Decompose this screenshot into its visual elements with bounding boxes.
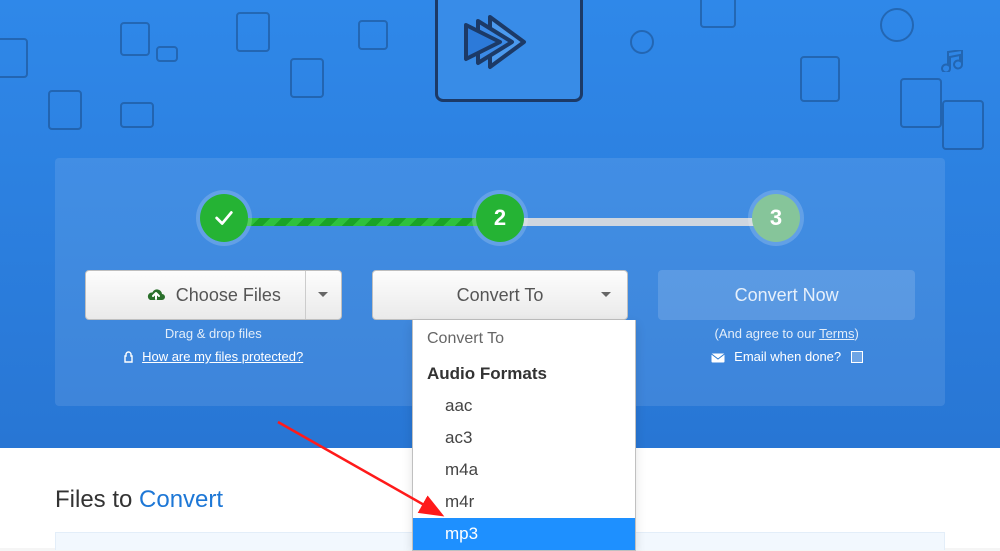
decorative-icon: [800, 56, 840, 102]
terms-link[interactable]: Terms: [819, 326, 854, 341]
convert-to-dropdown: Convert To Audio Formats aac ac3 m4a m4r…: [412, 320, 636, 551]
progress-done: [224, 218, 500, 226]
dropdown-title: Convert To: [413, 320, 635, 360]
decorative-icon: [700, 0, 736, 28]
choose-files-caret[interactable]: [305, 271, 341, 319]
files-protected-link[interactable]: How are my files protected?: [142, 349, 303, 364]
decorative-icon: [120, 22, 150, 56]
option-m4r[interactable]: m4r: [413, 486, 635, 518]
files-heading-pre: Files to: [55, 486, 139, 513]
convert-to-button[interactable]: Convert To: [372, 270, 629, 320]
decorative-icon: [942, 100, 984, 150]
decorative-icon: [900, 78, 942, 128]
agree-post: ): [854, 326, 858, 341]
music-icon: [940, 50, 968, 72]
upload-cloud-icon: [146, 287, 166, 303]
convert-now-label: Convert Now: [735, 285, 839, 306]
app-logo-icon: [435, 0, 583, 102]
choose-files-label: Choose Files: [176, 285, 281, 306]
decorative-icon: [120, 102, 154, 128]
chevron-down-icon: [601, 292, 611, 302]
decorative-icon: [236, 12, 270, 52]
decorative-icon: [156, 46, 178, 62]
action-row: Choose Files Convert To Convert Now: [85, 270, 915, 320]
option-ac3[interactable]: ac3: [413, 422, 635, 454]
now-sub: (And agree to our Terms) Email when done…: [658, 326, 915, 366]
step-1: [200, 194, 248, 242]
lock-icon: [123, 351, 134, 366]
step-2: 2: [476, 194, 524, 242]
convert-to-label: Convert To: [457, 285, 544, 306]
email-label: Email when done?: [734, 349, 841, 364]
decorative-icon: [358, 20, 388, 50]
dropdown-group: Audio Formats: [413, 360, 635, 390]
decorative-icon: [630, 30, 654, 54]
decorative-icon: [0, 38, 28, 78]
steps: 2 3: [200, 194, 800, 250]
decorative-icon: [48, 90, 82, 130]
option-aac[interactable]: aac: [413, 390, 635, 422]
email-checkbox[interactable]: [851, 351, 863, 363]
choose-sub: Drag & drop files How are my files prote…: [85, 326, 342, 366]
files-heading-accent: Convert: [139, 486, 223, 513]
convert-now-button[interactable]: Convert Now: [658, 270, 915, 320]
decorative-icon: [880, 8, 914, 42]
agree-pre: (And agree to our: [715, 326, 820, 341]
dragdrop-text: Drag & drop files: [85, 326, 342, 341]
check-icon: [213, 207, 235, 229]
option-mp3[interactable]: mp3: [413, 518, 635, 550]
step-3: 3: [752, 194, 800, 242]
mail-icon: [711, 351, 725, 366]
choose-files-button[interactable]: Choose Files: [85, 270, 342, 320]
option-m4a[interactable]: m4a: [413, 454, 635, 486]
decorative-icon: [290, 58, 324, 98]
chevron-down-icon: [318, 292, 328, 302]
